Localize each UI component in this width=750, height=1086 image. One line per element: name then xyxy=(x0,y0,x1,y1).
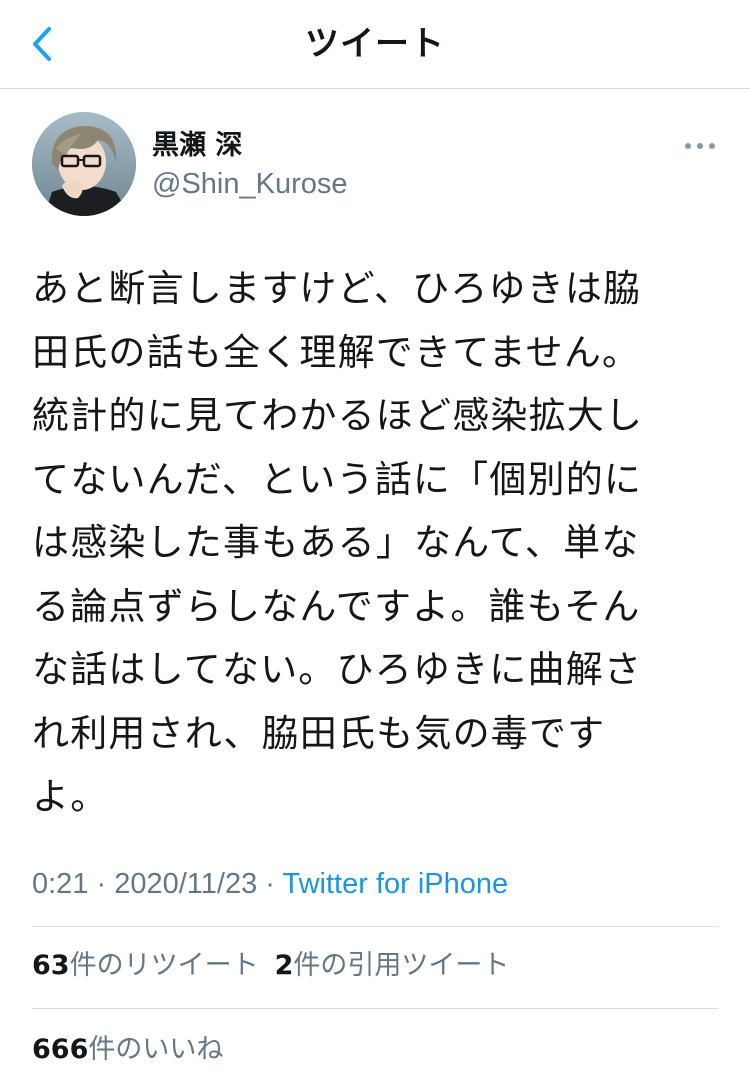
more-horizontal-icon-dot xyxy=(697,143,703,149)
avatar[interactable] xyxy=(32,112,136,216)
avatar-image xyxy=(32,112,136,216)
more-horizontal-icon xyxy=(685,143,691,149)
tweet-text-line: る論点ずらしなんですよ。誰もそん xyxy=(32,584,641,628)
more-horizontal-icon-dot xyxy=(709,143,715,149)
quote-tweets-stat[interactable]: 2件の引用ツイート xyxy=(275,946,510,986)
retweets-stat[interactable]: 63件のリツイート xyxy=(32,946,259,986)
likes-count: 666 xyxy=(32,1034,89,1065)
quote-tweets-count: 2 xyxy=(274,950,294,981)
tweet-text-line: れ利用され、脇田氏も気の毒です xyxy=(32,711,606,755)
engagement-stats-row: 63件のリツイート 2件の引用ツイート xyxy=(32,946,525,986)
meta-separator: · xyxy=(88,868,115,900)
tweet-text-line: てないんだ、という話に「個別的に xyxy=(32,457,643,501)
retweets-label: 件のリツイート xyxy=(69,950,259,981)
likes-label: 件のいいね xyxy=(88,1034,224,1065)
tweet-text-line: は感染した事もある」なんて、単な xyxy=(32,521,640,564)
likes-stats-row: 666件のいいね xyxy=(32,1030,239,1070)
tweet-source-link[interactable]: Twitter for iPhone xyxy=(282,868,508,900)
more-options-button[interactable] xyxy=(676,130,724,162)
page-title: ツイート xyxy=(305,24,445,64)
tweet-text-line: あと断言しますけど、ひろゆきは脇 xyxy=(32,267,642,310)
tweet-text-line: 統計的に見てわかるほど感染拡大し xyxy=(32,394,644,437)
quote-tweets-label: 件の引用ツイート xyxy=(293,950,510,981)
likes-stat[interactable]: 666件のいいね xyxy=(32,1030,223,1070)
divider xyxy=(32,926,718,927)
tweet-text: あと断言しますけど、ひろゆきは脇 田氏の話も全く理解できてません。 統計的に見て… xyxy=(32,257,704,829)
navigation-bar: ツイート xyxy=(0,0,750,89)
tweet-timestamp: 0:21 · 2020/11/23 · Twitter for iPhone xyxy=(32,864,508,904)
author-name[interactable]: 黒瀬 深 xyxy=(152,128,242,164)
tweet-date: 2020/11/23 xyxy=(114,868,258,900)
tweet-time: 0:21 xyxy=(32,868,89,900)
author-handle[interactable]: @Shin_Kurose xyxy=(152,166,348,202)
tweet-text-line: な話はしてない。ひろゆきに曲解さ xyxy=(32,648,643,691)
tweet-text-line: 田氏の話も全く理解できてません。 xyxy=(32,330,641,374)
retweets-count: 63 xyxy=(32,950,70,981)
meta-separator: · xyxy=(257,868,283,900)
divider xyxy=(32,1008,718,1009)
tweet-text-line: よ。 xyxy=(32,775,109,818)
tweet-detail-screen: ツイート 黒瀬 深 @Shin_Kurose あと断言しますけど、ひろゆきは脇 … xyxy=(0,0,750,1086)
